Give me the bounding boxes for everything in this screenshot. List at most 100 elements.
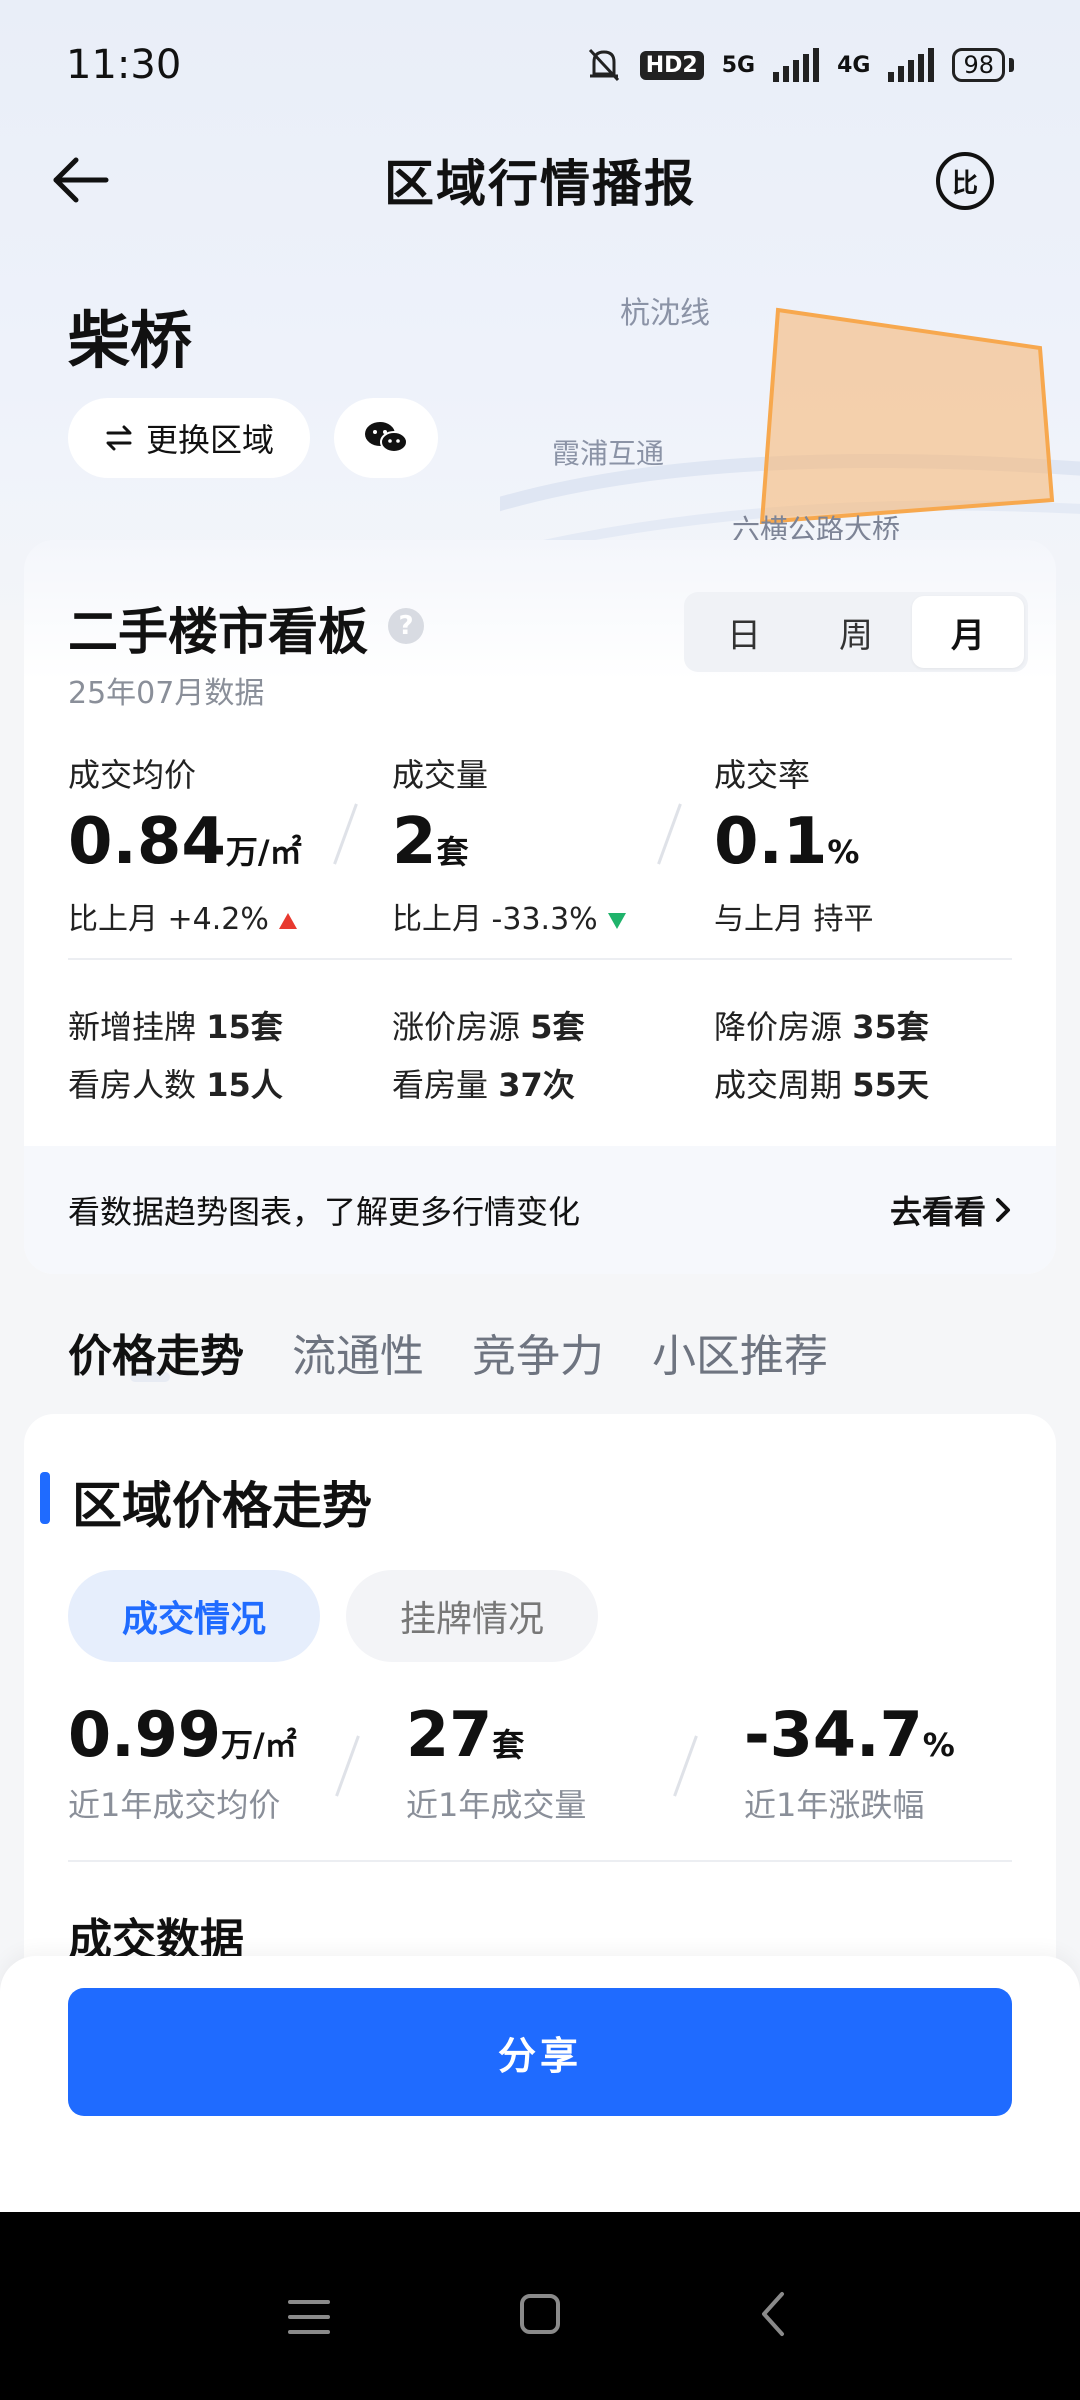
- stat-deal-cycle: 成交周期 55天: [714, 1060, 929, 1106]
- map-label-road: 杭沈线: [620, 296, 710, 331]
- metric-change-value: +4.2%: [167, 902, 269, 937]
- board-divider: [68, 958, 1012, 960]
- trend-metric-change: -34.7% 近1年涨跌幅: [744, 1704, 955, 1826]
- stat-value: 15人: [206, 1066, 283, 1104]
- trend-metric-unit: %: [922, 1726, 955, 1764]
- period-tab-week[interactable]: 周: [800, 596, 912, 668]
- battery-icon: 98: [952, 48, 1005, 82]
- share-sheet: 分享: [0, 1956, 1080, 2212]
- metric-unit: 套: [436, 833, 469, 871]
- network-4g-label: 4G: [837, 52, 871, 78]
- go-see-link[interactable]: 去看看: [890, 1187, 1012, 1233]
- signal-icon: [773, 48, 820, 82]
- share-button[interactable]: 分享: [68, 1988, 1012, 2116]
- metric-change-value: -33.3%: [491, 902, 598, 937]
- trend-title: 区域价格走势: [72, 1477, 372, 1535]
- hd-badge: HD2: [639, 50, 704, 80]
- go-see-label: 去看看: [889, 1193, 986, 1231]
- trend-metric-value: 0.99万/㎡: [68, 1704, 297, 1766]
- battery-level: 98: [963, 51, 994, 79]
- period-tabs: 日 周 月: [684, 592, 1028, 672]
- network-5g-label: 5G: [721, 52, 756, 78]
- section-tabs: 价格走势 流通性 竞争力 小区推荐: [68, 1320, 828, 1384]
- trend-metric-label: 近1年涨跌幅: [744, 1786, 925, 1824]
- nav-bar: 区域行情播报 比: [0, 130, 1080, 230]
- stat-label: 降价房源: [714, 1008, 843, 1046]
- metric-number: 0.84: [68, 805, 226, 879]
- stat-label: 涨价房源: [392, 1008, 521, 1046]
- trend-metric-avg-price: 0.99万/㎡ 近1年成交均价: [68, 1704, 297, 1826]
- trend-metric-unit: 万/㎡: [220, 1726, 297, 1764]
- stat-label: 成交周期: [714, 1066, 843, 1104]
- metric-number: 0.1: [714, 805, 828, 879]
- stat-value: 37次: [498, 1066, 575, 1104]
- metric-change-prefix: 与上月: [714, 902, 804, 937]
- stat-value: 55天: [852, 1066, 929, 1104]
- back-arrow-icon[interactable]: [50, 152, 110, 208]
- help-icon[interactable]: ?: [388, 608, 424, 644]
- status-bar: 11:30 HD2 5G 4G 98: [0, 0, 1080, 130]
- metric-change-prefix: 比上月: [68, 902, 158, 937]
- metric-unit: 万/㎡: [225, 833, 302, 871]
- metric-change-value: 持平: [813, 902, 874, 937]
- period-tab-month[interactable]: 月: [912, 596, 1024, 668]
- tab-liquidity[interactable]: 流通性: [292, 1320, 424, 1384]
- section-accent-bar: [40, 1472, 50, 1524]
- stat-value: 35套: [852, 1008, 929, 1046]
- metric-rate: 成交率 0.1% 与上月 持平: [714, 750, 1014, 938]
- metric-change: 比上月 -33.3%: [392, 894, 692, 938]
- wechat-share-button[interactable]: [334, 398, 438, 478]
- stat-new-listings: 新增挂牌 15套: [68, 1002, 283, 1048]
- trend-up-icon: [278, 912, 297, 929]
- metric-number: 2: [392, 805, 437, 879]
- second-hand-market-board: 二手楼市看板 ? 25年07月数据 日 周 月 成交均价 0.84万/㎡ 比上月…: [24, 540, 1056, 1274]
- board-date: 25年07月数据: [68, 676, 265, 711]
- signal-icon-2: [888, 48, 935, 82]
- trend-metric-unit: 套: [492, 1726, 525, 1764]
- stat-price-up: 涨价房源 5套: [392, 1002, 584, 1048]
- trend-link-bar[interactable]: 看数据趋势图表，了解更多行情变化 去看看: [24, 1146, 1056, 1274]
- region-name: 柴桥: [68, 304, 193, 377]
- metric-change-prefix: 比上月: [392, 902, 482, 937]
- trend-metric-volume: 27套 近1年成交量: [406, 1704, 586, 1826]
- change-region-button[interactable]: 更换区域: [68, 398, 310, 478]
- metric-change: 与上月 持平: [714, 894, 1014, 938]
- status-icons: HD2 5G 4G 98: [586, 46, 1014, 84]
- metric-volume: 成交量 2套 比上月 -33.3%: [392, 750, 692, 938]
- recent-apps-icon[interactable]: [288, 2300, 330, 2334]
- page-title: 区域行情播报: [384, 155, 696, 213]
- trend-metric-number: 27: [406, 1698, 493, 1771]
- trend-metric-label: 近1年成交量: [406, 1786, 587, 1824]
- metric-value: 0.84万/㎡: [68, 810, 368, 874]
- metric-label: 成交均价: [68, 756, 197, 794]
- trend-metric-number: 0.99: [68, 1698, 221, 1771]
- stat-value: 5套: [530, 1008, 585, 1046]
- trend-link-text: 看数据趋势图表，了解更多行情变化: [68, 1193, 581, 1231]
- compare-button[interactable]: 比: [936, 152, 994, 210]
- system-back-icon[interactable]: [758, 2290, 788, 2338]
- tab-community-recommend[interactable]: 小区推荐: [652, 1320, 828, 1384]
- trend-metric-value: 27套: [406, 1704, 586, 1766]
- trend-metric-label: 近1年成交均价: [68, 1786, 281, 1824]
- wechat-icon: [365, 422, 408, 453]
- status-time: 11:30: [66, 42, 182, 88]
- metric-label: 成交量: [392, 756, 489, 794]
- home-icon[interactable]: [520, 2294, 560, 2334]
- trend-metric-number: -34.7: [744, 1698, 923, 1771]
- trend-separator: [335, 1735, 360, 1797]
- system-nav-bar: [0, 2212, 1080, 2400]
- metric-value: 0.1%: [714, 810, 1014, 874]
- trend-metric-value: -34.7%: [744, 1704, 955, 1766]
- tab-price-trend[interactable]: 价格走势: [68, 1320, 244, 1384]
- battery-tip: [1009, 58, 1014, 72]
- trend-separator: [673, 1735, 698, 1797]
- stat-label: 新增挂牌: [68, 1008, 197, 1046]
- stat-price-down: 降价房源 35套: [714, 1002, 929, 1048]
- metric-unit: %: [827, 833, 860, 871]
- stat-label: 看房人数: [68, 1066, 197, 1104]
- pill-listings[interactable]: 挂牌情况: [346, 1570, 598, 1662]
- metric-change: 比上月 +4.2%: [68, 894, 368, 938]
- pill-transactions[interactable]: 成交情况: [68, 1570, 320, 1662]
- tab-competitiveness[interactable]: 竞争力: [472, 1320, 604, 1384]
- period-tab-day[interactable]: 日: [688, 596, 800, 668]
